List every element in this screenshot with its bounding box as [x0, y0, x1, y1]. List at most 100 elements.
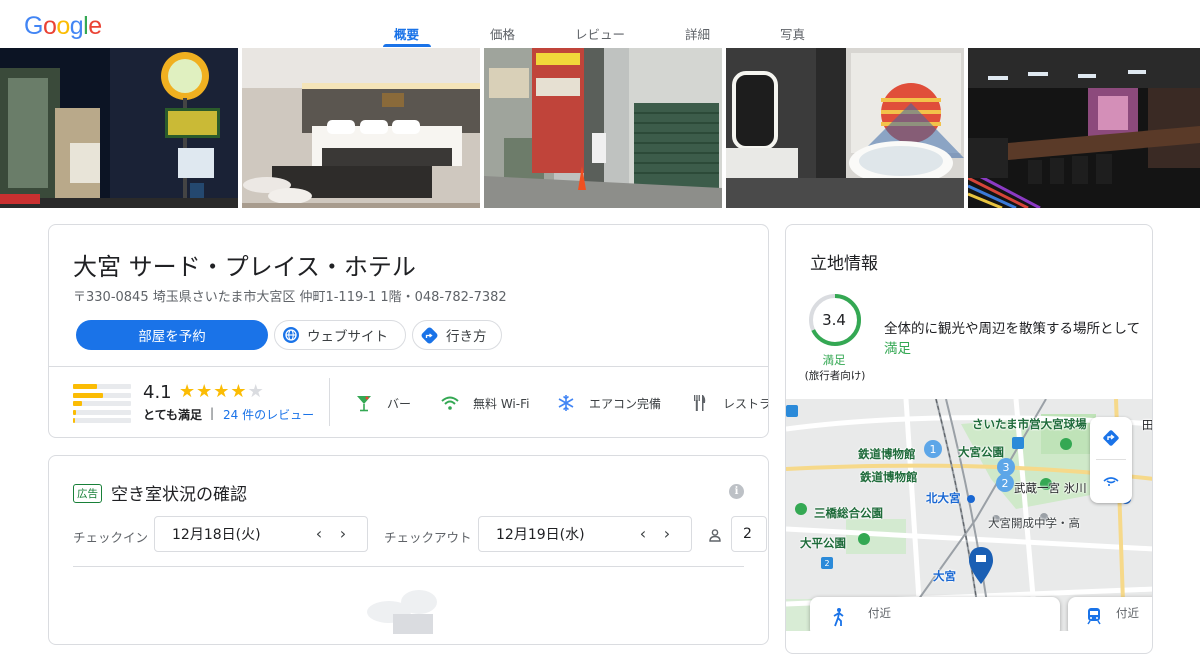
star-icon: ★	[213, 381, 231, 402]
website-label: ウェブサイト	[307, 329, 388, 345]
map-label: 大宮公園	[958, 445, 1004, 459]
guests-value: 2	[743, 526, 752, 542]
histogram-bar	[73, 401, 131, 406]
svg-text:2: 2	[824, 559, 829, 568]
review-count-link[interactable]: 24 件のレビュー	[223, 406, 314, 423]
amenity-label: エアコン完備	[589, 396, 662, 411]
guests-field[interactable]: 2	[731, 516, 767, 552]
active-tab-indicator	[383, 44, 431, 47]
rating-label: とても満足	[143, 408, 203, 422]
histogram-bar	[73, 384, 131, 389]
chevron-right-icon[interactable]: ›	[335, 526, 351, 542]
star-icon: ★	[247, 381, 265, 402]
directions-label: 行き方	[446, 329, 487, 345]
amenity-wifi: 無料 Wi-Fi	[441, 394, 529, 412]
directions-button[interactable]: 行き方	[412, 320, 502, 350]
ad-badge: 広告	[73, 484, 102, 503]
tab-photos[interactable]: 写真	[780, 24, 805, 43]
hotel-name: 大宮 サード・プレイス・ホテル	[73, 253, 416, 281]
map-label: 大宮開成中学・高	[988, 516, 1080, 530]
wifi-icon	[441, 394, 459, 412]
restaurant-icon	[691, 394, 709, 412]
svg-text:2: 2	[1002, 477, 1009, 490]
map-label: 大平公園	[800, 536, 846, 550]
tab-overview[interactable]: 概要	[394, 24, 419, 43]
directions-icon[interactable]	[1090, 417, 1132, 459]
divider	[73, 566, 744, 567]
availability-title: 空き室状況の確認	[111, 485, 247, 505]
cocktail-icon	[355, 394, 373, 412]
photo-exterior[interactable]	[0, 48, 238, 208]
chevron-right-icon[interactable]: ›	[659, 526, 675, 542]
photo-street[interactable]	[484, 48, 722, 208]
snowflake-icon	[557, 394, 575, 412]
book-room-button[interactable]: 部屋を予約	[76, 320, 268, 350]
photo-bar[interactable]	[968, 48, 1200, 208]
map-label: 武蔵一宮 氷川	[1014, 481, 1087, 495]
star-icon: ★	[230, 381, 248, 402]
vertical-divider	[329, 378, 330, 426]
walk-icon	[830, 607, 846, 630]
chevron-left-icon[interactable]: ‹	[635, 526, 651, 542]
map-controls	[1090, 417, 1132, 503]
photo-bath[interactable]	[726, 48, 964, 208]
location-score-sub: (旅行者向け)	[804, 370, 866, 382]
location-description: 全体的に観光や周辺を散策する場所として	[884, 321, 1141, 337]
person-icon	[708, 527, 722, 546]
rating-score: 4.1	[143, 382, 172, 403]
directions-icon	[420, 325, 439, 345]
checkin-date-field[interactable]: 12月18日(火) ‹ ›	[154, 516, 368, 552]
map-label: 大宮	[933, 569, 956, 583]
rating-histogram	[73, 384, 133, 427]
photo-bedroom[interactable]	[242, 48, 480, 208]
checkout-date-value: 12月19日(水)	[496, 527, 585, 543]
amenity-label: レストラ	[723, 396, 769, 411]
histogram-bar	[73, 409, 131, 415]
svg-text:3: 3	[1003, 461, 1010, 474]
transit-icon[interactable]	[1090, 460, 1132, 502]
map-label: 三橋総合公園	[814, 506, 883, 520]
photo-strip	[0, 48, 1200, 208]
star-icon: ★	[179, 381, 197, 402]
amenity-ac: エアコン完備	[557, 394, 661, 412]
checkin-label: チェックイン	[73, 530, 149, 545]
location-score: 3.4	[822, 311, 846, 329]
book-room-label: 部屋を予約	[138, 329, 206, 345]
map-label: 鉄道博物館	[860, 470, 918, 484]
histogram-bar	[73, 418, 131, 423]
map-label: 田	[1142, 418, 1153, 432]
tab-reviews[interactable]: レビュー	[575, 24, 625, 43]
hotel-address[interactable]: 〒330-0845 埼玉県さいたま市大宮区 仲町1-119-1 1階・048-7…	[73, 286, 507, 305]
map-label: さいたま市営大宮球場	[972, 417, 1087, 431]
amenity-label: 無料 Wi-Fi	[473, 396, 530, 411]
amenity-label: バー	[387, 396, 412, 411]
globe-icon	[283, 327, 299, 343]
map-label: 北大宮	[926, 491, 961, 505]
nearby-walk-card[interactable]: 付近	[810, 597, 1060, 631]
map[interactable]: 2 1 3 2 さいたま市営大宮球場 鉄道博物館 鉄道博物館 大宮公園 北大宮 …	[786, 399, 1153, 631]
tab-bar: 概要 価格 レビュー 詳細 写真	[0, 0, 1200, 47]
location-score-label: 満足	[822, 353, 846, 367]
checkout-date-field[interactable]: 12月19日(水) ‹ ›	[478, 516, 692, 552]
svg-text:1: 1	[930, 443, 937, 456]
info-icon[interactable]: i	[729, 484, 744, 499]
nearby-label: 付近	[868, 606, 891, 620]
availability-card: 広告 空き室状況の確認 i チェックイン 12月18日(火) ‹ › チェックア…	[48, 455, 769, 645]
hotel-info-card: 大宮 サード・プレイス・ホテル 〒330-0845 埼玉県さいたま市大宮区 仲町…	[48, 224, 769, 438]
tab-prices[interactable]: 価格	[490, 24, 515, 43]
checkout-label: チェックアウト	[384, 530, 472, 545]
checkin-date-value: 12月18日(火)	[172, 527, 261, 543]
amenity-bar: バー	[355, 394, 411, 412]
nearby-label: 付近	[1116, 606, 1139, 620]
star-icon: ★	[196, 381, 214, 402]
map-label: 鉄道博物館	[858, 447, 916, 461]
train-icon	[1086, 607, 1102, 628]
website-button[interactable]: ウェブサイト	[274, 320, 406, 350]
tab-details[interactable]: 詳細	[685, 24, 710, 43]
location-level: 満足	[884, 341, 911, 357]
nearby-train-card[interactable]: 付近	[1068, 597, 1152, 631]
histogram-bar	[73, 392, 131, 398]
chevron-left-icon[interactable]: ‹	[311, 526, 327, 542]
location-title: 立地情報	[810, 254, 878, 274]
amenity-restaurant: レストラ	[691, 394, 769, 412]
